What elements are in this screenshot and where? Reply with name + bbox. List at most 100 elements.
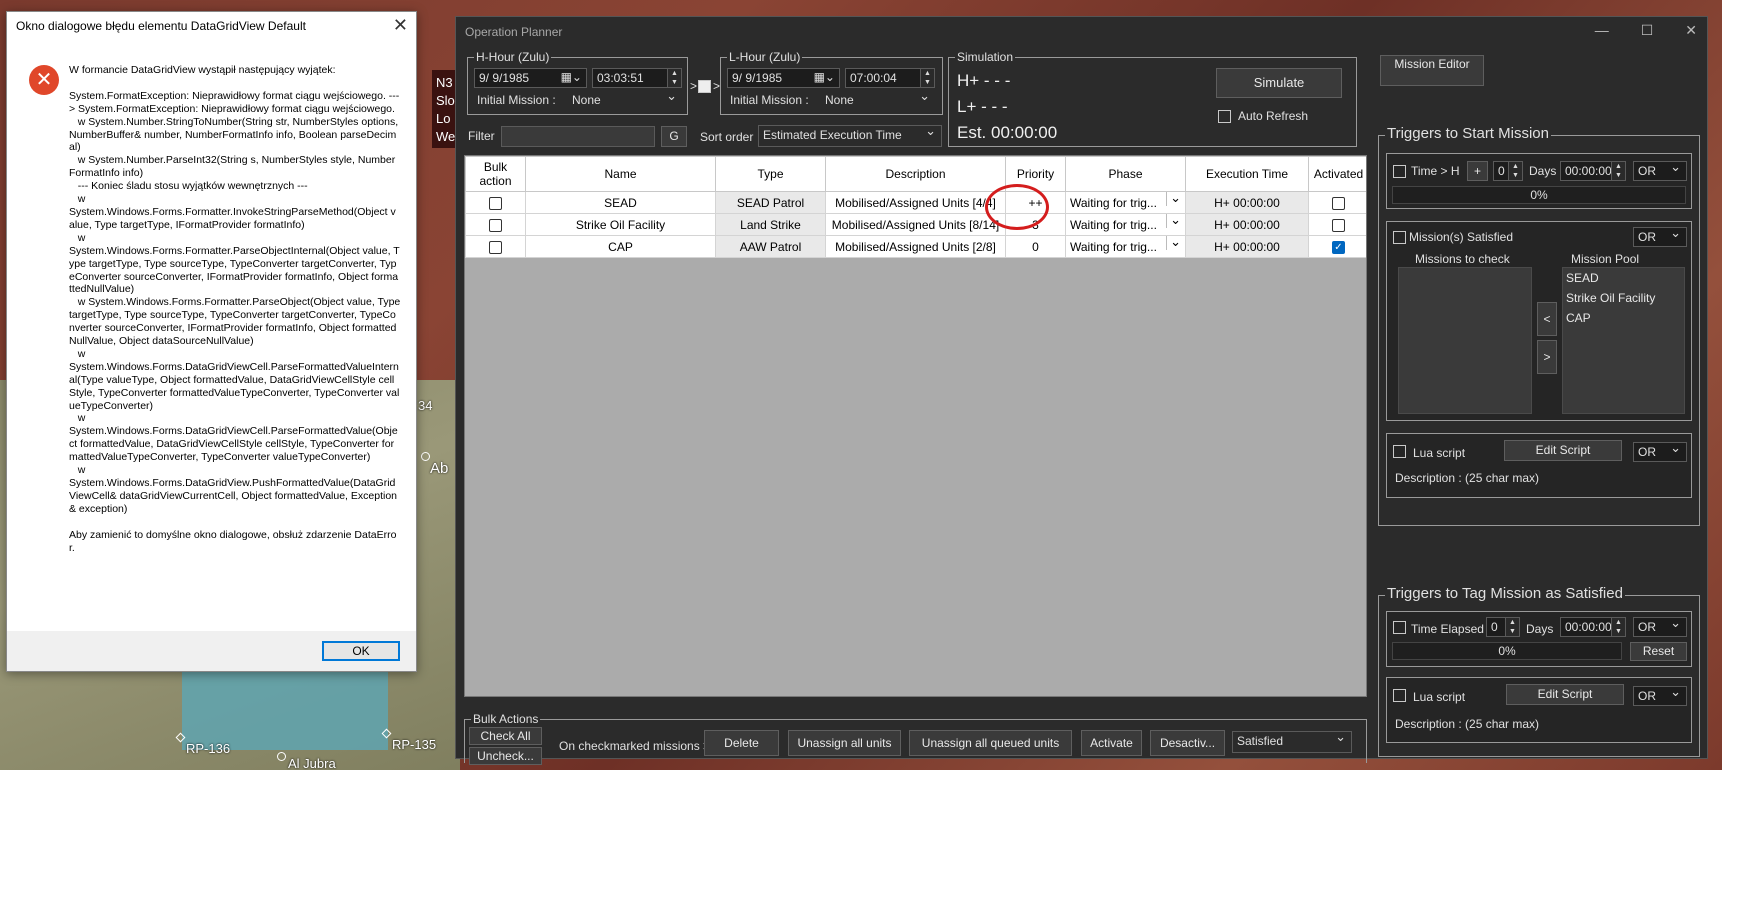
- spinner-icon[interactable]: ▲ ▼: [1611, 162, 1625, 180]
- start-days-input[interactable]: 0 ▲ ▼: [1493, 161, 1523, 181]
- plus-button[interactable]: +: [1467, 161, 1488, 181]
- map-marker-icon[interactable]: [277, 752, 286, 761]
- h-hour-date-picker[interactable]: 9/ 9/1985 ▦⌄: [474, 68, 587, 88]
- satisfied-lua-checkbox[interactable]: [1393, 689, 1406, 702]
- activated-checkbox[interactable]: ✓: [1332, 240, 1345, 254]
- description-cell[interactable]: Mobilised/Assigned Units [8/14]: [825, 213, 1006, 236]
- missions-satisfied-checkbox[interactable]: [1393, 231, 1406, 244]
- phase-cell[interactable]: Waiting for trig...: [1065, 191, 1186, 214]
- execution-time-cell[interactable]: H+ 00:00:00: [1185, 191, 1309, 214]
- start-time-input[interactable]: 00:00:00 ▲ ▼: [1560, 161, 1626, 181]
- bulk-checkbox[interactable]: [489, 196, 502, 210]
- status-select[interactable]: Satisfied: [1232, 731, 1352, 753]
- column-header[interactable]: Description: [825, 156, 1006, 192]
- uncheck-button[interactable]: Uncheck...: [469, 747, 542, 765]
- phase-cell[interactable]: Waiting for trig...: [1065, 213, 1186, 236]
- maximize-icon[interactable]: ☐: [1641, 22, 1654, 39]
- reset-button[interactable]: Reset: [1630, 642, 1687, 661]
- spinner-icon[interactable]: ▲ ▼: [1505, 618, 1519, 636]
- satisfied-lua-op-select[interactable]: OR: [1633, 686, 1687, 706]
- column-header[interactable]: Type: [715, 156, 826, 192]
- phase-cell[interactable]: Waiting for trig...: [1065, 235, 1186, 258]
- time-h-label: Time > H: [1411, 164, 1460, 178]
- name-cell[interactable]: Strike Oil Facility: [525, 213, 716, 236]
- filter-input[interactable]: [501, 126, 655, 147]
- simulate-button[interactable]: Simulate: [1216, 68, 1342, 98]
- elapsed-op-select[interactable]: OR: [1633, 617, 1687, 637]
- filter-go-button[interactable]: G: [661, 126, 687, 147]
- move-left-button[interactable]: <: [1537, 302, 1557, 336]
- bulk-checkbox-cell[interactable]: [465, 191, 526, 214]
- calendar-icon[interactable]: ▦⌄: [814, 70, 835, 84]
- activated-cell[interactable]: [1308, 191, 1366, 214]
- spinner-icon[interactable]: ▲ ▼: [920, 69, 934, 87]
- deactivate-button[interactable]: Desactiv...: [1150, 730, 1225, 756]
- time-h-op-select[interactable]: OR: [1633, 161, 1687, 181]
- sort-order-select[interactable]: Estimated Execution Time: [758, 125, 942, 147]
- type-cell[interactable]: Land Strike: [715, 213, 826, 236]
- link-hours-checkbox[interactable]: [698, 80, 711, 93]
- bulk-checkbox-cell[interactable]: [465, 235, 526, 258]
- column-header[interactable]: Bulk action: [465, 156, 526, 192]
- l-hour-time-input[interactable]: 07:00:04 ▲ ▼: [845, 68, 935, 88]
- unassign-queued-units-button[interactable]: Unassign all queued units: [909, 730, 1072, 756]
- table-row[interactable]: CAP AAW Patrol Mobilised/Assigned Units [2…: [465, 235, 1366, 258]
- spinner-icon[interactable]: ▲ ▼: [667, 69, 681, 87]
- description-cell[interactable]: Mobilised/Assigned Units [4/4]: [825, 191, 1006, 214]
- close-icon[interactable]: ✕: [393, 15, 408, 36]
- missions-to-check-list[interactable]: [1398, 267, 1532, 414]
- activated-checkbox[interactable]: [1332, 218, 1345, 232]
- activate-button[interactable]: Activate: [1081, 730, 1142, 756]
- spinner-icon[interactable]: ▲ ▼: [1611, 618, 1625, 636]
- type-cell[interactable]: SEAD Patrol: [715, 191, 826, 214]
- mission-editor-button[interactable]: Mission Editor: [1380, 55, 1484, 86]
- execution-time-cell[interactable]: H+ 00:00:00: [1185, 213, 1309, 236]
- elapsed-days-input[interactable]: 0 ▲ ▼: [1486, 617, 1520, 637]
- bulk-checkbox[interactable]: [489, 240, 502, 254]
- h-hour-time-input[interactable]: 03:03:51 ▲ ▼: [592, 68, 682, 88]
- close-icon[interactable]: ✕: [1685, 22, 1697, 39]
- column-header[interactable]: Name: [525, 156, 716, 192]
- h-initial-mission-select[interactable]: None: [568, 91, 682, 110]
- edit-script-button[interactable]: Edit Script: [1506, 684, 1624, 705]
- map-marker-icon[interactable]: [421, 452, 430, 461]
- calendar-icon[interactable]: ▦⌄: [561, 70, 582, 84]
- l-initial-mission-select[interactable]: None: [821, 91, 935, 110]
- minimize-icon[interactable]: —: [1595, 22, 1609, 39]
- edit-script-button[interactable]: Edit Script: [1504, 440, 1622, 461]
- move-right-button[interactable]: >: [1537, 340, 1557, 374]
- bulk-checkbox-cell[interactable]: [465, 213, 526, 236]
- time-elapsed-checkbox[interactable]: [1393, 621, 1406, 634]
- list-item[interactable]: CAP: [1563, 308, 1684, 328]
- l-hour-date-picker[interactable]: 9/ 9/1985 ▦⌄: [727, 68, 840, 88]
- spinner-icon[interactable]: ▲ ▼: [1508, 162, 1522, 180]
- delete-button[interactable]: Delete: [704, 730, 779, 756]
- name-cell[interactable]: CAP: [525, 235, 716, 258]
- activated-cell[interactable]: [1308, 213, 1366, 236]
- unassign-all-units-button[interactable]: Unassign all units: [788, 730, 901, 756]
- start-lua-op-select[interactable]: OR: [1633, 442, 1687, 462]
- bulk-checkbox[interactable]: [489, 218, 502, 232]
- table-row[interactable]: Strike Oil Facility Land Strike Mobilised/…: [465, 213, 1366, 236]
- activated-cell[interactable]: ✓: [1308, 235, 1366, 258]
- mission-pool-list[interactable]: SEAD Strike Oil Facility CAP: [1562, 267, 1685, 414]
- auto-refresh-checkbox[interactable]: [1218, 110, 1231, 123]
- time-h-checkbox[interactable]: [1393, 165, 1406, 178]
- check-all-button[interactable]: Check All: [469, 727, 542, 745]
- type-cell[interactable]: AAW Patrol: [715, 235, 826, 258]
- description-cell[interactable]: Mobilised/Assigned Units [2/8]: [825, 235, 1006, 258]
- execution-time-cell[interactable]: H+ 00:00:00: [1185, 235, 1309, 258]
- start-lua-checkbox[interactable]: [1393, 445, 1406, 458]
- name-cell[interactable]: SEAD: [525, 191, 716, 214]
- ok-button[interactable]: OK: [322, 641, 400, 661]
- column-header[interactable]: Phase: [1065, 156, 1186, 192]
- list-item[interactable]: Strike Oil Facility: [1563, 288, 1684, 308]
- list-item[interactable]: SEAD: [1563, 268, 1684, 288]
- column-header[interactable]: Execution Time: [1185, 156, 1309, 192]
- elapsed-time-input[interactable]: 00:00:00 ▲ ▼: [1560, 617, 1626, 637]
- activated-checkbox[interactable]: [1332, 196, 1345, 210]
- priority-cell[interactable]: 0: [1005, 235, 1066, 258]
- column-header[interactable]: Activated: [1308, 156, 1366, 192]
- missions-op-select[interactable]: OR: [1633, 227, 1687, 247]
- table-row[interactable]: SEAD SEAD Patrol Mobilised/Assigned Units …: [465, 191, 1366, 214]
